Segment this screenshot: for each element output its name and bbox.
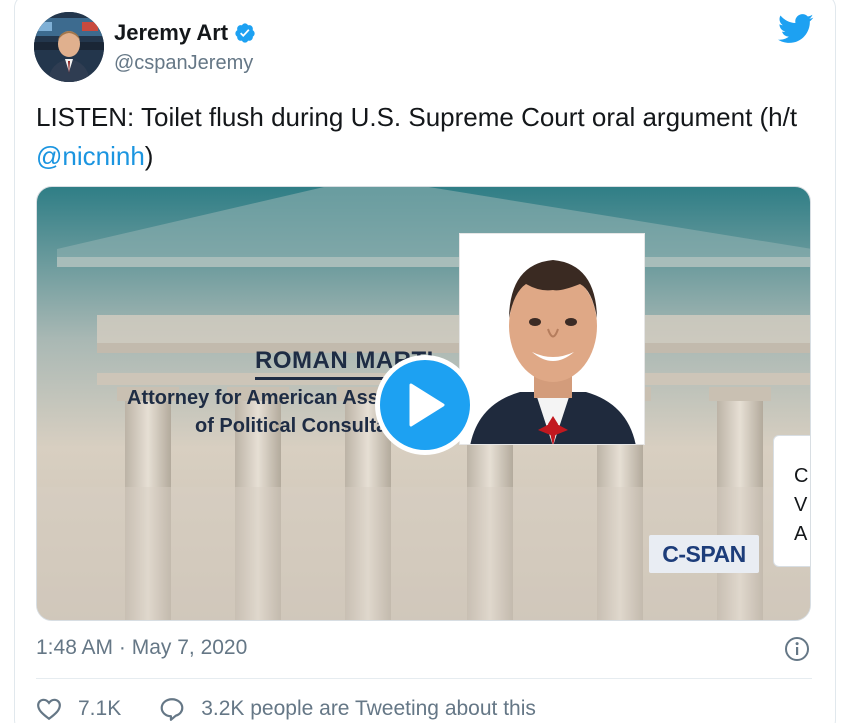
tweet-actions: 7.1K 3.2K people are Tweeting about this xyxy=(36,696,574,722)
speech-bubble-icon xyxy=(160,698,184,721)
info-icon[interactable] xyxy=(784,636,810,662)
nameplate-title-line2: of Political Consultan xyxy=(195,415,400,437)
side-card-line: A xyxy=(794,523,808,545)
side-card-preview[interactable]: C V A xyxy=(773,435,810,567)
mention-link[interactable]: @nicninh xyxy=(36,141,145,171)
tweet-text-suffix: ) xyxy=(144,141,154,171)
tweet-text: LISTEN: Toilet flush during U.S. Supreme… xyxy=(36,98,806,176)
twitter-bird-icon[interactable] xyxy=(778,14,814,44)
speaker-portrait xyxy=(459,233,645,445)
video-player[interactable]: ROMAN MARTI Attorney for American Asso o… xyxy=(36,186,811,621)
play-icon xyxy=(409,383,445,427)
tweet-text-body: LISTEN: Toilet flush during U.S. Supreme… xyxy=(36,102,798,132)
tweet-header: Jeremy Art @cspanJeremy xyxy=(34,12,814,82)
conversation-text: 3.2K people are Tweeting about this xyxy=(201,697,536,720)
like-button[interactable]: 7.1K xyxy=(36,696,121,722)
author-display-name[interactable]: Jeremy Art xyxy=(114,20,228,46)
cspan-logo: C-SPAN xyxy=(649,535,759,573)
divider xyxy=(36,678,812,679)
avatar[interactable] xyxy=(34,12,104,82)
side-card-line: V xyxy=(794,494,808,516)
like-count: 7.1K xyxy=(78,697,122,720)
verified-badge-icon xyxy=(235,23,255,43)
side-card-line: C xyxy=(794,465,809,487)
tweet-timestamp[interactable]: 1:48 AM · May 7, 2020 xyxy=(36,636,247,660)
conversation-link[interactable]: 3.2K people are Tweeting about this xyxy=(159,696,536,722)
nameplate-title-line1: Attorney for American Asso xyxy=(127,387,392,409)
author-handle[interactable]: @cspanJeremy xyxy=(114,52,253,75)
play-button[interactable] xyxy=(375,355,475,455)
author-name-row: Jeremy Art xyxy=(114,20,256,46)
heart-icon xyxy=(37,698,61,721)
